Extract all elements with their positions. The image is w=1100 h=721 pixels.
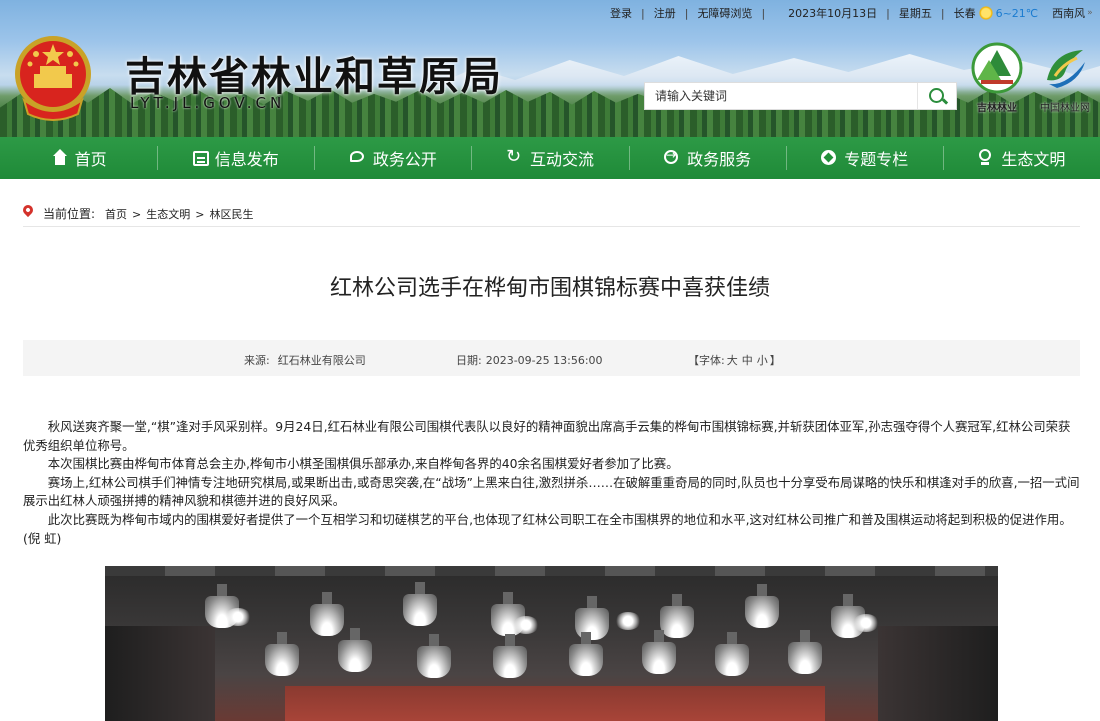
divider: |	[684, 6, 689, 20]
chevron-right-icon: »	[1087, 8, 1093, 18]
sun-icon	[978, 6, 993, 20]
weather-city: 长春	[953, 7, 976, 20]
nav-label: 政务服务	[687, 150, 752, 169]
weather-temperature: 6~21℃	[995, 6, 1039, 20]
nav-item-home[interactable]: 首页	[0, 137, 157, 179]
home-icon	[51, 149, 69, 167]
nav-label: 生态文明	[1001, 150, 1066, 169]
china-forestry-logo[interactable]: 中国林业网	[1034, 42, 1096, 114]
article-paragraph: 此次比赛既为桦甸市域内的围棋爱好者提供了一个互相学习和切磋棋艺的平台,也体现了红…	[23, 511, 1072, 546]
stage-light-icon	[403, 582, 437, 626]
breadcrumb: 当前位置: 首页 > 生态文明 > 林区民生	[20, 196, 1080, 227]
china-forestry-icon	[1047, 50, 1085, 88]
nav-item-gov-open[interactable]: 政务公开	[314, 137, 471, 179]
login-link[interactable]: 登录	[610, 5, 632, 21]
nav-label: 首页	[74, 150, 107, 169]
article-date: 日期: 2023-09-25 13:56:00	[456, 354, 603, 367]
stage-light-icon	[745, 584, 779, 628]
nav-label: 政务公开	[372, 150, 437, 169]
jilin-forestry-logo[interactable]: 吉林林业	[966, 42, 1028, 114]
stage-light-icon	[265, 632, 299, 676]
article-body: 秋风送爽齐聚一堂,“棋”逢对手风采别样。9月24日,红石林业有限公司围棋代表队以…	[23, 418, 1080, 548]
nav-item-gov-service[interactable]: 政务服务	[628, 137, 786, 179]
stage-light-icon	[660, 594, 694, 638]
jilin-forestry-caption: 吉林林业	[977, 103, 1017, 114]
accessible-browse-link[interactable]: 无障碍浏览	[697, 5, 752, 21]
china-forestry-caption: 中国林业网	[1040, 103, 1090, 114]
stage-light-icon	[642, 630, 676, 674]
stage-light-icon	[569, 632, 603, 676]
article-meta: 来源: 红石林业有限公司 日期: 2023-09-25 13:56:00 【字体: 大…	[23, 340, 1080, 376]
nav-item-topics[interactable]: 专题专栏	[785, 137, 943, 179]
national-emblem-icon	[15, 36, 91, 121]
search-input[interactable]	[645, 83, 937, 109]
breadcrumb-home-link[interactable]: 首页	[105, 208, 127, 221]
register-link[interactable]: 注册	[654, 5, 676, 21]
nav-item-ecology[interactable]: 生态文明	[942, 137, 1100, 179]
site-url: LYT.JL.GOV.CN	[130, 94, 286, 112]
nav-item-interaction[interactable]: 互动交流	[471, 137, 628, 179]
article-source: 来源: 红石林业有限公司	[244, 354, 366, 367]
current-weekday: 星期五	[898, 7, 932, 20]
stage-light-icon	[493, 634, 527, 678]
service-icon	[663, 148, 681, 167]
divider: |	[940, 6, 945, 20]
stage-light-icon	[788, 630, 822, 674]
document-icon	[192, 150, 209, 166]
font-medium-link[interactable]: 中	[742, 354, 753, 367]
article-photo	[105, 566, 998, 721]
main-nav: 首页 信息发布 政务公开 互动交流 政务服务 专题专栏 生态文明	[0, 137, 1100, 179]
font-small-link[interactable]: 小	[757, 354, 768, 367]
compass-icon	[820, 149, 838, 167]
font-large-link[interactable]: 大	[727, 354, 738, 367]
breadcrumb-ecology-link[interactable]: 生态文明	[146, 208, 190, 221]
breadcrumb-label: 当前位置:	[43, 207, 96, 221]
nav-label: 专题专栏	[844, 150, 909, 169]
search-button[interactable]	[917, 83, 956, 109]
divider: |	[641, 6, 645, 20]
location-icon	[977, 149, 995, 167]
chat-icon	[349, 149, 367, 167]
jilin-forestry-icon	[971, 42, 1023, 94]
top-utility-bar: 登录 | 注册 | 无障碍浏览 | 2023年10月13日 | 星期五 | 长春 6~21℃ 西南风»	[610, 5, 1093, 21]
stage-light-icon	[417, 634, 451, 678]
nav-label: 信息发布	[214, 150, 279, 169]
weather-wind: 西南风	[1052, 7, 1086, 20]
header-banner: 吉林省林业和草原局 LYT.JL.GOV.CN 登录 | 注册 | 无障碍浏览 | 2023…	[0, 0, 1100, 137]
stage-light-icon	[310, 592, 344, 636]
current-date: 2023年10月13日	[788, 7, 878, 20]
font-size-switcher: 【字体: 大中小】	[688, 354, 781, 367]
nav-label: 互动交流	[529, 150, 594, 169]
refresh-icon	[506, 146, 524, 167]
article-paragraph: 秋风送爽齐聚一堂,“棋”逢对手风采别样。9月24日,红石林业有限公司围棋代表队以…	[23, 419, 1071, 453]
article-paragraph: 本次围棋比赛由桦甸市体育总会主办,桦甸市小棋圣围棋俱乐部承办,来自桦甸各界的40…	[47, 456, 679, 472]
divider: |	[761, 6, 766, 20]
search-box	[644, 82, 957, 110]
stage-light-icon	[715, 632, 749, 676]
breadcrumb-forest-livelihood-link[interactable]: 林区民生	[209, 208, 253, 221]
nav-item-info[interactable]: 信息发布	[157, 137, 314, 179]
stage-light-icon	[338, 628, 372, 672]
article-paragraph: 赛场上,红林公司棋手们神情专注地研究棋局,或果断出击,或奇思突袭,在“战场”上黑…	[23, 474, 1080, 509]
location-pin-icon	[20, 202, 36, 218]
article-title: 红林公司选手在桦甸市围棋锦标赛中喜获佳绩	[329, 276, 770, 301]
divider: |	[886, 6, 890, 20]
